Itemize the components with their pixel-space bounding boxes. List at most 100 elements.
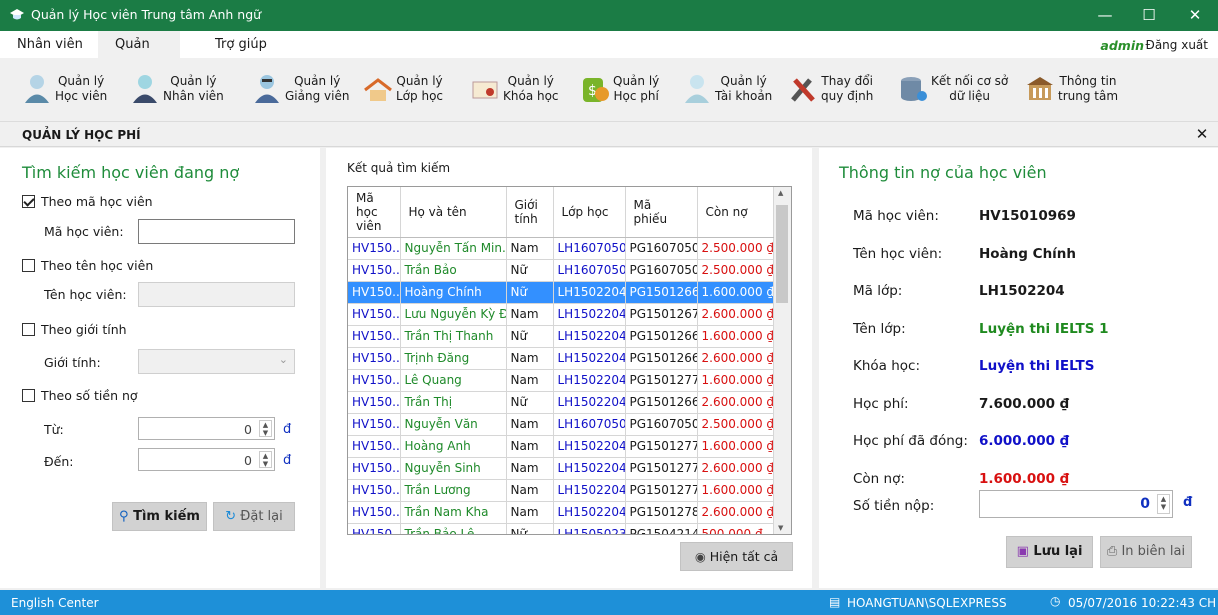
certificate-icon: [472, 81, 498, 99]
table-cell: HV150...: [348, 259, 401, 282]
table-row[interactable]: HV150... Trần Nam Kha Nam LH1502204 PG150127…: [348, 501, 774, 524]
database-icon: [901, 77, 927, 101]
table-row[interactable]: HV150... Nguyễn Tấn Min... Nam LH1607050 PG1…: [348, 237, 774, 260]
table-cell: Nam: [506, 457, 554, 480]
detail-field-label: Học phí đã đóng:: [853, 433, 968, 449]
detail-field-value: Luyện thi IELTS 1: [979, 320, 1109, 337]
detail-field-value: 6.000.000 ₫: [979, 433, 1070, 449]
table-cell: LH1607050: [553, 259, 626, 282]
status-app-name: English Center: [11, 596, 99, 610]
status-bar: English Center ▤ HOANGTUAN\SQLEXPRESS ◷ …: [0, 590, 1218, 615]
table-cell: Nữ: [506, 391, 554, 414]
menu-quan-tri[interactable]: Quản trị: [98, 31, 180, 79]
ribbon-toolbar: Quản lý Học viên Quản lý Nhân viên Quản lý…: [0, 58, 1218, 122]
grid-column-header[interactable]: Họ và tên: [400, 187, 507, 238]
table-cell: 1.600.000 ₫: [697, 369, 774, 392]
table-cell: Nữ: [506, 259, 554, 282]
table-cell: Nam: [506, 413, 554, 436]
scrollbar-thumb[interactable]: [776, 205, 788, 303]
table-row[interactable]: HV150...Trịnh ĐăngNamLH1502204PG15012666…: [348, 347, 774, 370]
table-cell: 500.000 ₫: [697, 523, 774, 534]
filter-by-name-checkbox[interactable]: Theo tên học viên: [22, 258, 153, 273]
teacher-icon: [255, 75, 279, 103]
filter-by-debt-checkbox[interactable]: Theo số tiền nợ: [22, 388, 138, 403]
table-cell: Trần Nam Kha: [400, 501, 507, 524]
table-cell: LH1502204: [553, 391, 626, 414]
table-cell: Nam: [506, 347, 554, 370]
table-row[interactable]: HV150...Trần LươngNamLH1502204PG15012779…: [348, 479, 774, 502]
table-cell: HV150...: [348, 325, 401, 348]
table-cell: Nam: [506, 435, 554, 458]
close-form-button[interactable]: ✕: [1192, 123, 1212, 145]
reset-button[interactable]: ↻ Đặt lại: [213, 502, 295, 531]
student-name-label: Tên học viên:: [44, 287, 127, 302]
detail-field-label: Còn nợ:: [853, 470, 905, 487]
save-button[interactable]: ▣ Lưu lại: [1006, 536, 1093, 568]
scroll-down-icon[interactable]: ▼: [778, 524, 783, 532]
spinner-arrows-icon[interactable]: ▲ ▼: [259, 420, 272, 437]
server-icon: ▤: [829, 595, 841, 609]
gender-select[interactable]: ⌄: [138, 349, 295, 374]
minimize-button[interactable]: —: [1082, 0, 1128, 31]
table-cell: LH1505023: [553, 523, 626, 534]
table-row[interactable]: HV150...Hoàng ChínhNữLH1502204PG15012669…: [348, 281, 774, 304]
table-cell: 2.600.000 ₫: [697, 347, 774, 370]
table-cell: PG15012779: [625, 479, 698, 502]
table-row[interactable]: HV150...Lê QuangNamLH1502204PG150127731.…: [348, 369, 774, 392]
grid-scrollbar[interactable]: ▲ ▼: [774, 187, 791, 534]
table-cell: HV150...: [348, 457, 401, 480]
close-window-button[interactable]: ✕: [1172, 0, 1218, 31]
logout-link[interactable]: Đăng xuất: [1146, 38, 1208, 52]
results-grid[interactable]: Mã học viên Họ và tên Giới tính Lớp học Mã p…: [347, 186, 792, 535]
building-icon: [1027, 77, 1053, 100]
table-cell: Nữ: [506, 281, 554, 304]
table-cell: 1.600.000 ₫: [697, 435, 774, 458]
grid-column-header[interactable]: Lớp học: [553, 187, 626, 238]
table-row[interactable]: HV150...Nguyễn SinhNamLH1502204PG1501277…: [348, 457, 774, 480]
table-row[interactable]: HV150...Trần Bảo LêNữLH1505023PG15042143…: [348, 523, 774, 534]
table-cell: HV150...: [348, 435, 401, 458]
grid-column-header[interactable]: Giới tính: [506, 187, 554, 238]
table-cell: 2.500.000 ₫: [697, 413, 774, 436]
money-icon: $: [583, 78, 609, 102]
student-name-input[interactable]: [138, 282, 295, 307]
staff-icon: [133, 75, 157, 103]
tools-icon: [791, 78, 815, 102]
table-cell: Nam: [506, 501, 554, 524]
filter-by-gender-checkbox[interactable]: Theo giới tính: [22, 322, 127, 337]
debt-to-label: Đến:: [44, 454, 74, 469]
student-id-input[interactable]: [138, 219, 295, 244]
payment-amount-stepper[interactable]: 0 ▲ ▼: [979, 490, 1173, 518]
table-cell: HV150...: [348, 523, 401, 534]
table-cell: PG16070502: [625, 413, 698, 436]
table-cell: LH1502204: [553, 325, 626, 348]
detail-field-label: Mã học viên:: [853, 208, 939, 224]
detail-field-value: 7.600.000 ₫: [979, 395, 1070, 412]
table-row[interactable]: HV150...Nguyễn VănNamLH1607050PG16070502…: [348, 413, 774, 436]
menu-tro-giup[interactable]: Trợ giúp: [198, 31, 284, 58]
grid-column-header[interactable]: Mã phiếu: [625, 187, 698, 238]
menu-nhan-vien[interactable]: Nhân viên: [0, 31, 100, 58]
table-cell: HV150...: [348, 479, 401, 502]
table-row[interactable]: HV150...Trần ThịNữLH1502204PG150126632.6…: [348, 391, 774, 414]
grid-column-header[interactable]: Mã học viên: [348, 187, 401, 238]
search-button[interactable]: ⚲ Tìm kiếm: [112, 502, 207, 531]
scroll-up-icon[interactable]: ▲: [778, 189, 783, 197]
maximize-button[interactable]: ☐: [1126, 0, 1172, 31]
eye-icon: ◉: [694, 549, 706, 564]
print-receipt-button[interactable]: ⎙ In biên lai: [1100, 536, 1192, 568]
table-cell: 2.600.000 ₫: [697, 501, 774, 524]
filter-by-id-checkbox[interactable]: Theo mã học viên: [22, 194, 153, 209]
show-all-button[interactable]: ◉ Hiện tất cả: [680, 542, 793, 571]
debt-from-stepper[interactable]: 0 ▲ ▼: [138, 417, 275, 440]
table-cell: 2.600.000 ₫: [697, 303, 774, 326]
debt-to-stepper[interactable]: 0 ▲ ▼: [138, 448, 275, 471]
table-row[interactable]: HV150... Trần Thị Thanh Nữ LH1502204 PG15012…: [348, 325, 774, 348]
table-cell: LH1502204: [553, 281, 626, 304]
spinner-arrows-icon[interactable]: ▲ ▼: [1157, 494, 1170, 514]
table-row[interactable]: HV150... Lưu Nguyễn Kỳ Đỗ Nam LH1502204 PG15…: [348, 303, 774, 326]
grid-column-header[interactable]: Còn nợ: [697, 187, 774, 238]
spinner-arrows-icon[interactable]: ▲ ▼: [259, 451, 272, 468]
table-row[interactable]: HV150...Hoàng AnhNamLH1502204PG150127751…: [348, 435, 774, 458]
table-row[interactable]: HV150...Trần BảoNữLH1607050PG160705032.5…: [348, 259, 774, 282]
